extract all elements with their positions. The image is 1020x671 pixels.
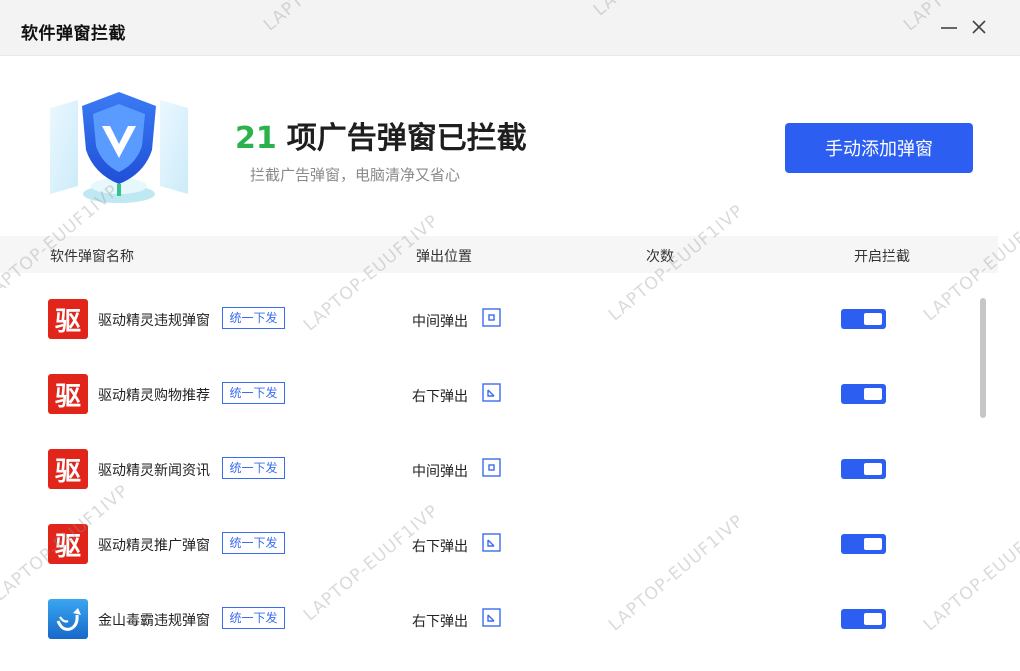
popup-position: 右下弹出 — [412, 539, 468, 555]
block-toggle[interactable] — [841, 609, 886, 629]
app-name: 驱动精灵违规弹窗 — [98, 313, 210, 329]
block-toggle[interactable] — [841, 534, 886, 554]
column-header-name: 软件弹窗名称 — [50, 249, 134, 265]
close-icon — [972, 20, 986, 34]
block-toggle[interactable] — [841, 384, 886, 404]
tag-unified-issue: 统一下发 — [222, 532, 285, 554]
tag-unified-issue: 统一下发 — [222, 382, 285, 404]
title-bar: 软件弹窗拦截 — [0, 0, 1020, 56]
driver-genius-icon: 驱 — [48, 299, 88, 339]
list-item: 金山毒霸违规弹窗 统一下发 右下弹出 — [0, 581, 1000, 656]
list-item: 驱 驱动精灵违规弹窗 统一下发 中间弹出 — [0, 281, 1000, 356]
center-popup-icon — [482, 308, 501, 327]
manual-add-popup-button[interactable]: 手动添加弹窗 — [785, 123, 973, 173]
blocked-count: 21 — [235, 121, 277, 156]
minimize-button[interactable] — [938, 16, 960, 38]
app-name: 驱动精灵新闻资讯 — [98, 463, 210, 479]
list-item: 驱 驱动精灵推广弹窗 统一下发 右下弹出 — [0, 506, 1000, 581]
column-header-toggle: 开启拦截 — [854, 249, 910, 265]
list-item: 驱 驱动精灵新闻资讯 统一下发 中间弹出 — [0, 431, 1000, 506]
vertical-scrollbar[interactable] — [980, 298, 986, 418]
window-title: 软件弹窗拦截 — [21, 24, 126, 44]
app-name: 金山毒霸违规弹窗 — [98, 613, 210, 629]
driver-genius-icon: 驱 — [48, 449, 88, 489]
app-name: 驱动精灵推广弹窗 — [98, 538, 210, 554]
bottom-right-popup-icon — [482, 383, 501, 402]
block-toggle[interactable] — [841, 309, 886, 329]
list-item: 驱 驱动精灵购物推荐 统一下发 右下弹出 — [0, 356, 1000, 431]
column-header-position: 弹出位置 — [416, 249, 472, 265]
blocked-count-headline: 21 项广告弹窗已拦截 — [235, 113, 527, 157]
center-popup-icon — [482, 458, 501, 477]
kingsoft-antivirus-icon — [48, 599, 88, 639]
minimize-icon — [941, 27, 957, 29]
tag-unified-issue: 统一下发 — [222, 457, 285, 479]
popup-position: 右下弹出 — [412, 614, 468, 630]
driver-genius-icon: 驱 — [48, 524, 88, 564]
shield-illustration-icon — [44, 86, 194, 208]
bottom-right-popup-icon — [482, 533, 501, 552]
column-header-count: 次数 — [646, 249, 674, 265]
popup-position: 中间弹出 — [412, 314, 468, 330]
bottom-right-popup-icon — [482, 608, 501, 627]
headline-text: 项广告弹窗已拦截 — [286, 121, 527, 156]
tag-unified-issue: 统一下发 — [222, 607, 285, 629]
table-header: 软件弹窗名称 弹出位置 次数 开启拦截 — [0, 236, 998, 273]
popup-list: 驱 驱动精灵违规弹窗 统一下发 中间弹出 驱 驱动精灵购物推荐 统一下发 右下弹… — [0, 281, 1000, 671]
popup-position: 右下弹出 — [412, 389, 468, 405]
app-name: 驱动精灵购物推荐 — [98, 388, 210, 404]
tag-unified-issue: 统一下发 — [222, 307, 285, 329]
popup-position: 中间弹出 — [412, 464, 468, 480]
driver-genius-icon: 驱 — [48, 374, 88, 414]
block-toggle[interactable] — [841, 459, 886, 479]
close-button[interactable] — [968, 16, 990, 38]
subline: 拦截广告弹窗，电脑清净又省心 — [250, 166, 461, 184]
